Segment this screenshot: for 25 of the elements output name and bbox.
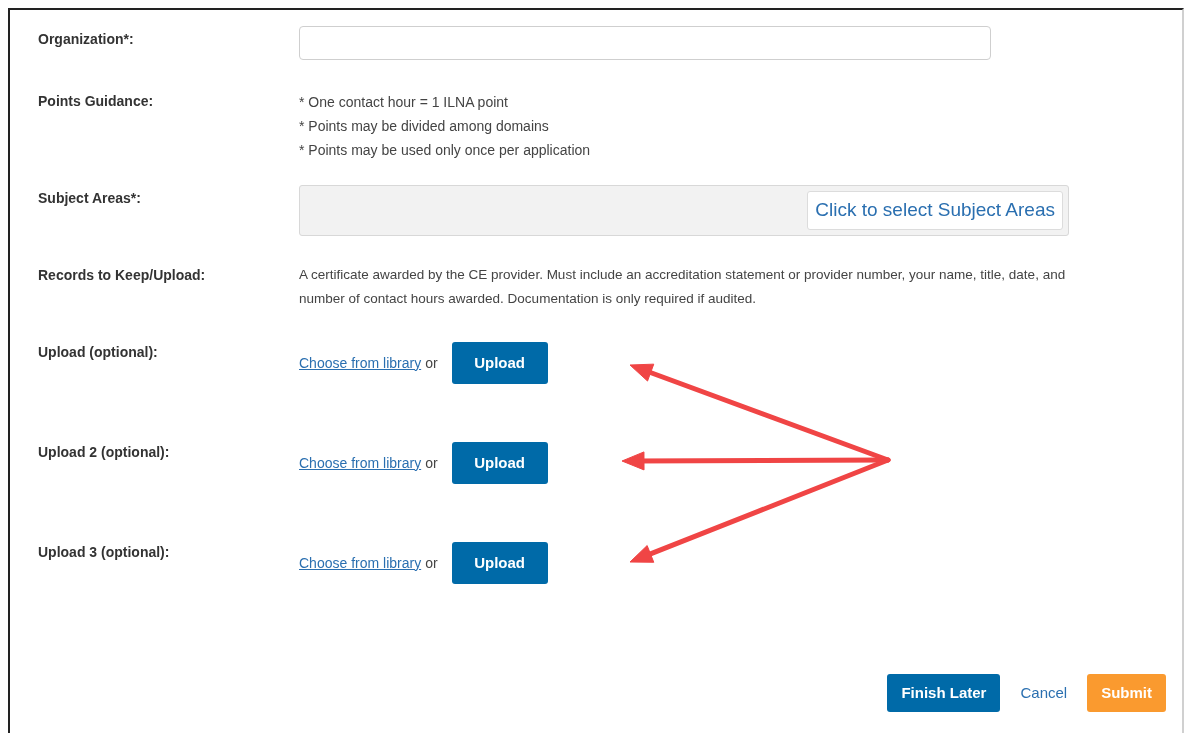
upload-button[interactable]: Upload [451, 442, 548, 484]
guidance-line: * Points may be divided among domains [299, 117, 550, 136]
guidance-line: * Points may be used only once per application [299, 141, 591, 160]
finish-later-button[interactable]: Finish Later [887, 674, 1001, 712]
or-text: or [425, 453, 438, 473]
organization-field[interactable] [299, 26, 991, 60]
field-label: Points Guidance: [38, 92, 155, 111]
choose-from-library-link[interactable]: Choose from library [299, 452, 422, 474]
field-label: Upload (optional): [38, 343, 159, 362]
or-text: or [425, 553, 438, 573]
cancel-link[interactable]: Cancel [1016, 674, 1072, 712]
field-label: Upload 2 (optional): [38, 443, 171, 462]
select-subject-areas-button[interactable]: Click to select Subject Areas [807, 191, 1063, 230]
choose-from-library-link[interactable]: Choose from library [299, 352, 422, 374]
records-description: A certificate awarded by the CE provider. Must include an accreditation statement or provider number, your name, title, date, and number of contact hours awarded. Documentation is only required if audited. [299, 266, 1067, 308]
guidance-line: * One contact hour = 1 ILNA point [299, 93, 509, 112]
upload-button[interactable]: Upload [451, 542, 548, 584]
upload-button[interactable]: Upload [451, 342, 548, 384]
field-label: Upload 3 (optional): [38, 543, 171, 562]
field-label: Subject Areas*: [38, 189, 142, 208]
choose-from-library-link[interactable]: Choose from library [299, 552, 422, 574]
field-label: Records to Keep/Upload: [38, 266, 207, 285]
subject-areas-field[interactable]: Click to select Subject Areas [299, 185, 1069, 236]
or-text: or [425, 353, 438, 373]
field-label: Organization*: [38, 30, 135, 49]
